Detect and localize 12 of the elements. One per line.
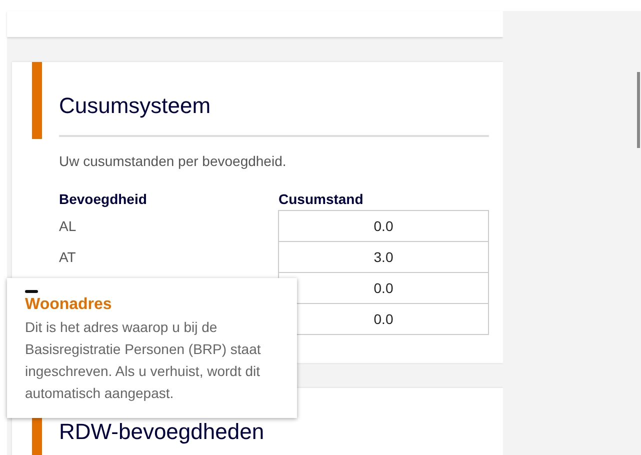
- table-cell: 3.0: [278, 242, 488, 272]
- column-header: Cusumstand: [278, 191, 488, 210]
- column-header: Bevoegdheid: [59, 191, 278, 210]
- table-cell: 0.0: [278, 210, 488, 242]
- card-title: Cusumsysteem: [59, 92, 489, 137]
- card-description: Uw cusumstanden per bevoegdheid.: [59, 153, 288, 169]
- table-cell: AL: [59, 218, 76, 234]
- tooltip-title: Woonadres: [25, 296, 113, 314]
- card-title: RDW-bevoegdheden: [59, 418, 266, 446]
- tooltip-text: Dit is het adres waarop u bij de Basisregistratie Personen (BRP) staat ingeschreven. Als u verhuist, wordt dit automatisch aangepast.: [25, 318, 262, 403]
- table-cell: AT: [59, 249, 76, 265]
- dash-icon: [25, 290, 38, 293]
